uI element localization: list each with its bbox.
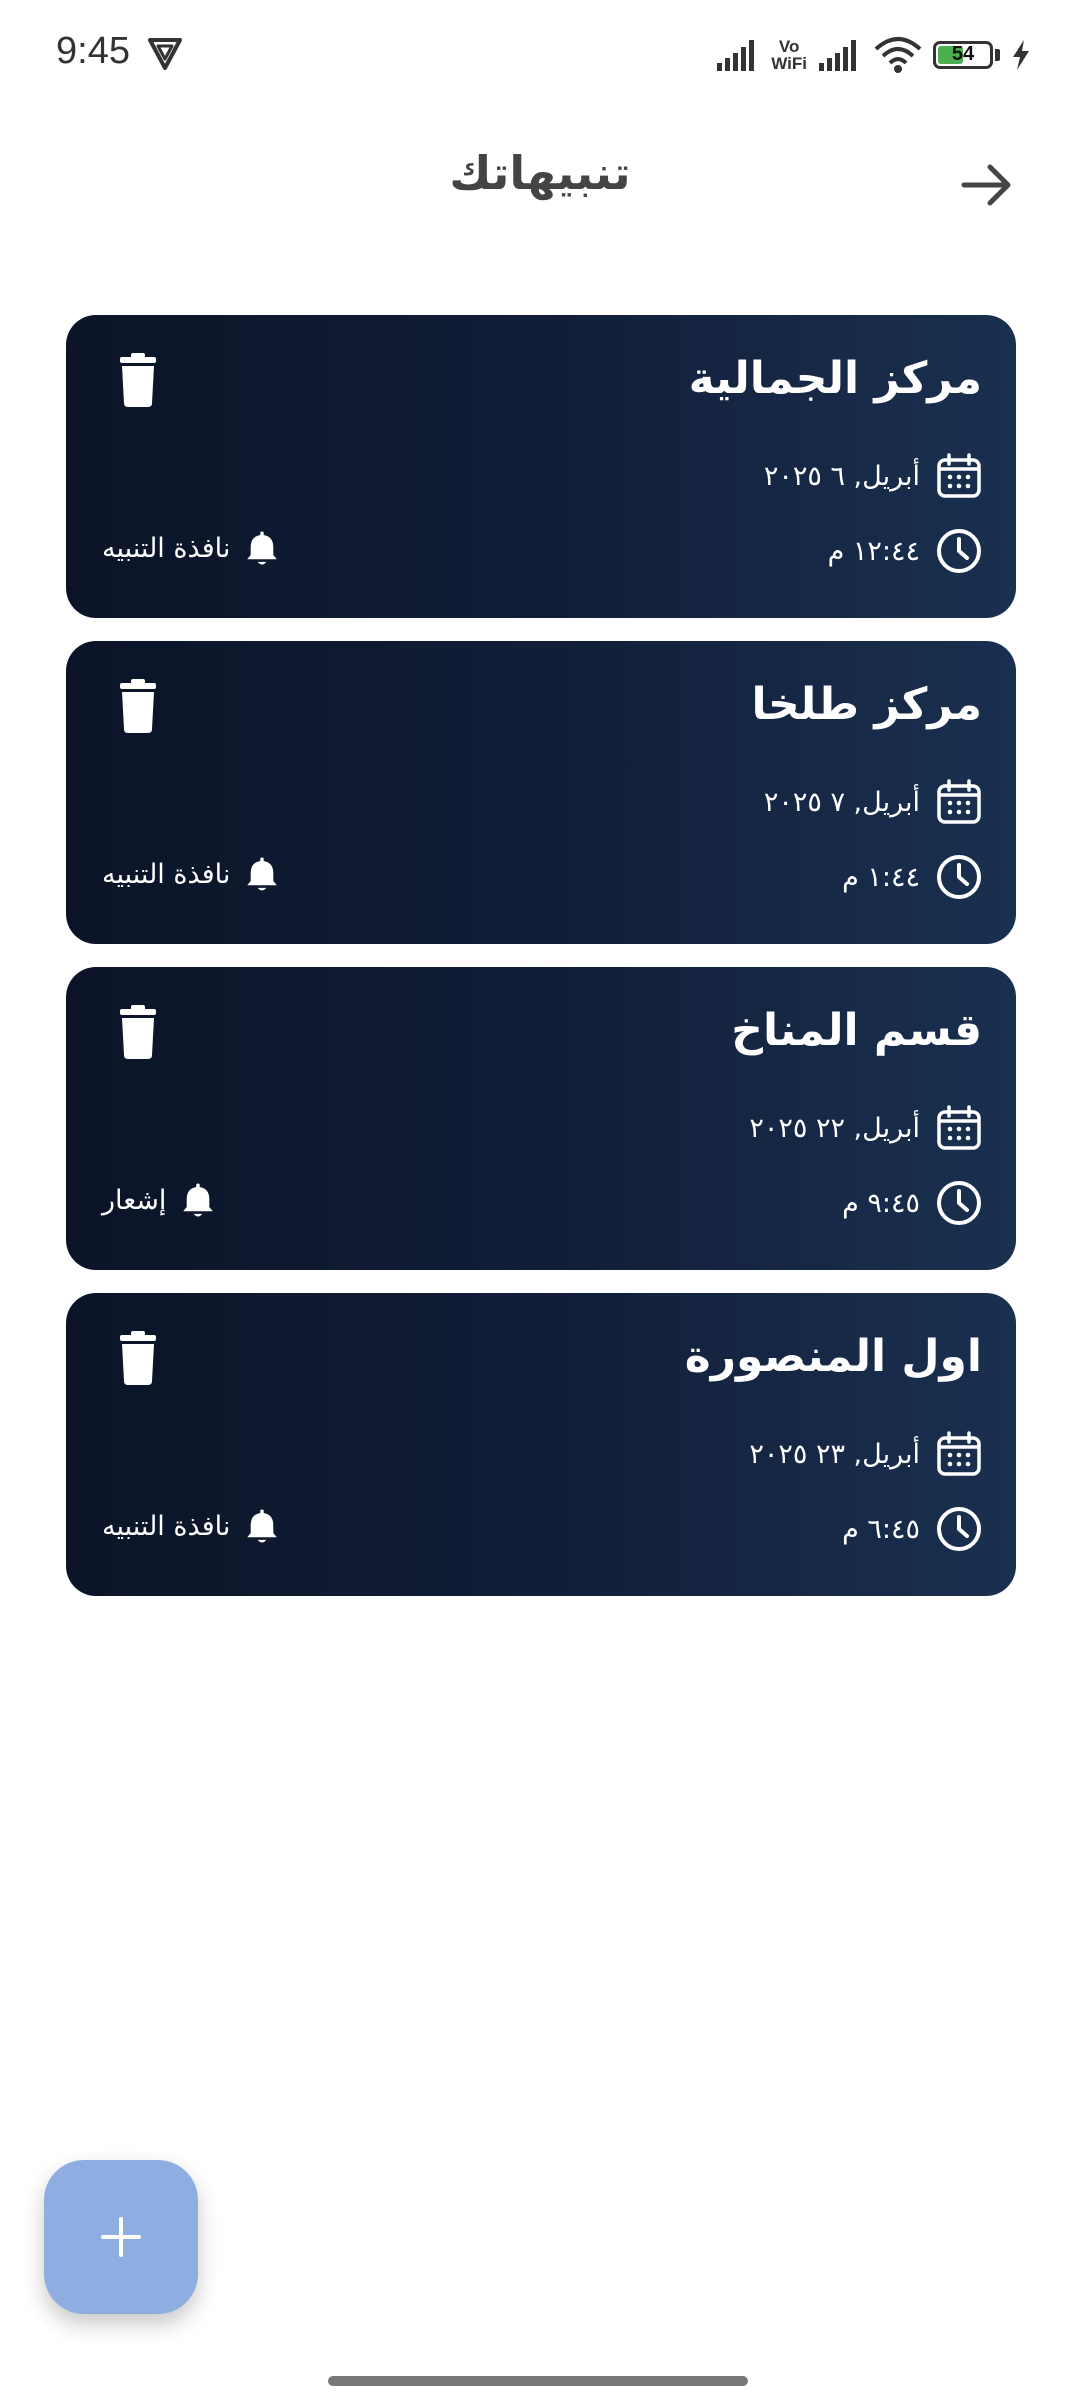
alert-type: إشعار — [102, 1180, 218, 1220]
add-alert-button[interactable] — [44, 2160, 198, 2314]
clock-icon — [937, 855, 981, 899]
alert-date-row: أبريل, ٧ ٢٠٢٥ — [764, 779, 982, 825]
app-header: تنبيهاتك — [0, 130, 1080, 230]
battery-cap — [995, 49, 1000, 61]
trash-icon — [120, 1005, 156, 1059]
calendar-icon — [937, 1431, 981, 1476]
alert-type-label: نافذة التنبيه — [102, 1510, 231, 1542]
alert-card[interactable]: مركز طلخا أبريل, ٧ ٢٠٢٥ ١:٤٤ م نافذة الت… — [66, 641, 1016, 944]
vpn-shield-icon — [148, 38, 182, 70]
vowifi-bottom: WiFi — [771, 54, 807, 73]
alert-type: نافذة التنبيه — [102, 528, 282, 568]
alert-time-row: ١:٤٤ م — [842, 854, 982, 900]
alert-time-row: ٦:٤٥ م — [842, 1506, 982, 1552]
charging-icon — [1013, 40, 1029, 70]
trash-icon — [120, 679, 156, 733]
alert-time: ١:٤٤ م — [842, 861, 920, 893]
trash-icon — [120, 353, 156, 407]
alert-time: ١٢:٤٤ م — [827, 535, 920, 567]
clock-icon — [937, 1181, 981, 1225]
bell-icon — [183, 1183, 214, 1217]
alert-type-label: نافذة التنبيه — [102, 858, 231, 890]
alert-type: نافذة التنبيه — [102, 854, 282, 894]
battery-indicator: 54 — [933, 41, 993, 69]
plus-icon — [101, 2217, 141, 2257]
alert-type-label: نافذة التنبيه — [102, 532, 231, 564]
alert-type: نافذة التنبيه — [102, 1506, 282, 1546]
page-title: تنبيهاتك — [449, 146, 631, 200]
alert-time: ٩:٤٥ م — [842, 1187, 920, 1219]
trash-icon — [120, 1331, 156, 1385]
vowifi-indicator: Vo WiFi — [771, 38, 807, 72]
wifi-icon — [874, 37, 922, 73]
status-time: 9:45 — [56, 30, 130, 72]
alert-date-row: أبريل, ٢٢ ٢٠٢٥ — [749, 1105, 982, 1151]
delete-button[interactable] — [118, 679, 158, 733]
alert-date: أبريل, ٢٣ ٢٠٢٥ — [749, 1438, 920, 1470]
alert-title: قسم المناخ — [731, 1005, 982, 1056]
bell-icon — [247, 857, 278, 891]
delete-button[interactable] — [118, 1005, 158, 1059]
calendar-icon — [937, 779, 981, 824]
vowifi-top: Vo — [778, 37, 800, 56]
alert-card[interactable]: مركز الجمالية أبريل, ٦ ٢٠٢٥ ١٢:٤٤ م نافذ… — [66, 315, 1016, 618]
alert-title: مركز طلخا — [751, 679, 982, 730]
alert-card[interactable]: قسم المناخ أبريل, ٢٢ ٢٠٢٥ ٩:٤٥ م إشعار — [66, 967, 1016, 1270]
clock-icon — [937, 529, 981, 573]
back-button[interactable] — [952, 150, 1022, 220]
home-indicator[interactable] — [328, 2376, 748, 2386]
alerts-screen: 9:45 Vo WiFi 54 تنبيهاتك مركز الجمالية أ… — [0, 0, 1080, 2400]
alert-card[interactable]: اول المنصورة أبريل, ٢٣ ٢٠٢٥ ٦:٤٥ م نافذة… — [66, 1293, 1016, 1596]
alert-title: اول المنصورة — [684, 1331, 982, 1382]
alert-type-label: إشعار — [102, 1184, 167, 1216]
alert-time-row: ١٢:٤٤ م — [828, 528, 982, 574]
cell-signal-2-icon — [819, 40, 856, 71]
calendar-icon — [937, 1105, 981, 1150]
alert-date-row: أبريل, ٦ ٢٠٢٥ — [764, 453, 982, 499]
alert-time-row: ٩:٤٥ م — [842, 1180, 982, 1226]
status-bar: 9:45 Vo WiFi 54 — [0, 0, 1080, 110]
bell-icon — [247, 531, 278, 565]
cell-signal-icon — [717, 40, 755, 71]
alert-date: أبريل, ٧ ٢٠٢٥ — [763, 786, 920, 818]
alert-date-row: أبريل, ٢٣ ٢٠٢٥ — [749, 1431, 982, 1477]
battery-level: 54 — [951, 43, 975, 65]
alert-date: أبريل, ٢٢ ٢٠٢٥ — [749, 1112, 920, 1144]
clock-icon — [937, 1507, 981, 1551]
calendar-icon — [937, 453, 981, 498]
alert-title: مركز الجمالية — [688, 353, 982, 404]
alert-time: ٦:٤٥ م — [842, 1513, 920, 1545]
bell-icon — [247, 1509, 278, 1543]
delete-button[interactable] — [118, 1331, 158, 1385]
status-icons: Vo WiFi 54 — [715, 30, 1032, 80]
alert-date: أبريل, ٦ ٢٠٢٥ — [763, 460, 920, 492]
alert-list: مركز الجمالية أبريل, ٦ ٢٠٢٥ ١٢:٤٤ م نافذ… — [66, 315, 1016, 1619]
arrow-right-icon — [961, 164, 1011, 206]
delete-button[interactable] — [118, 353, 158, 407]
